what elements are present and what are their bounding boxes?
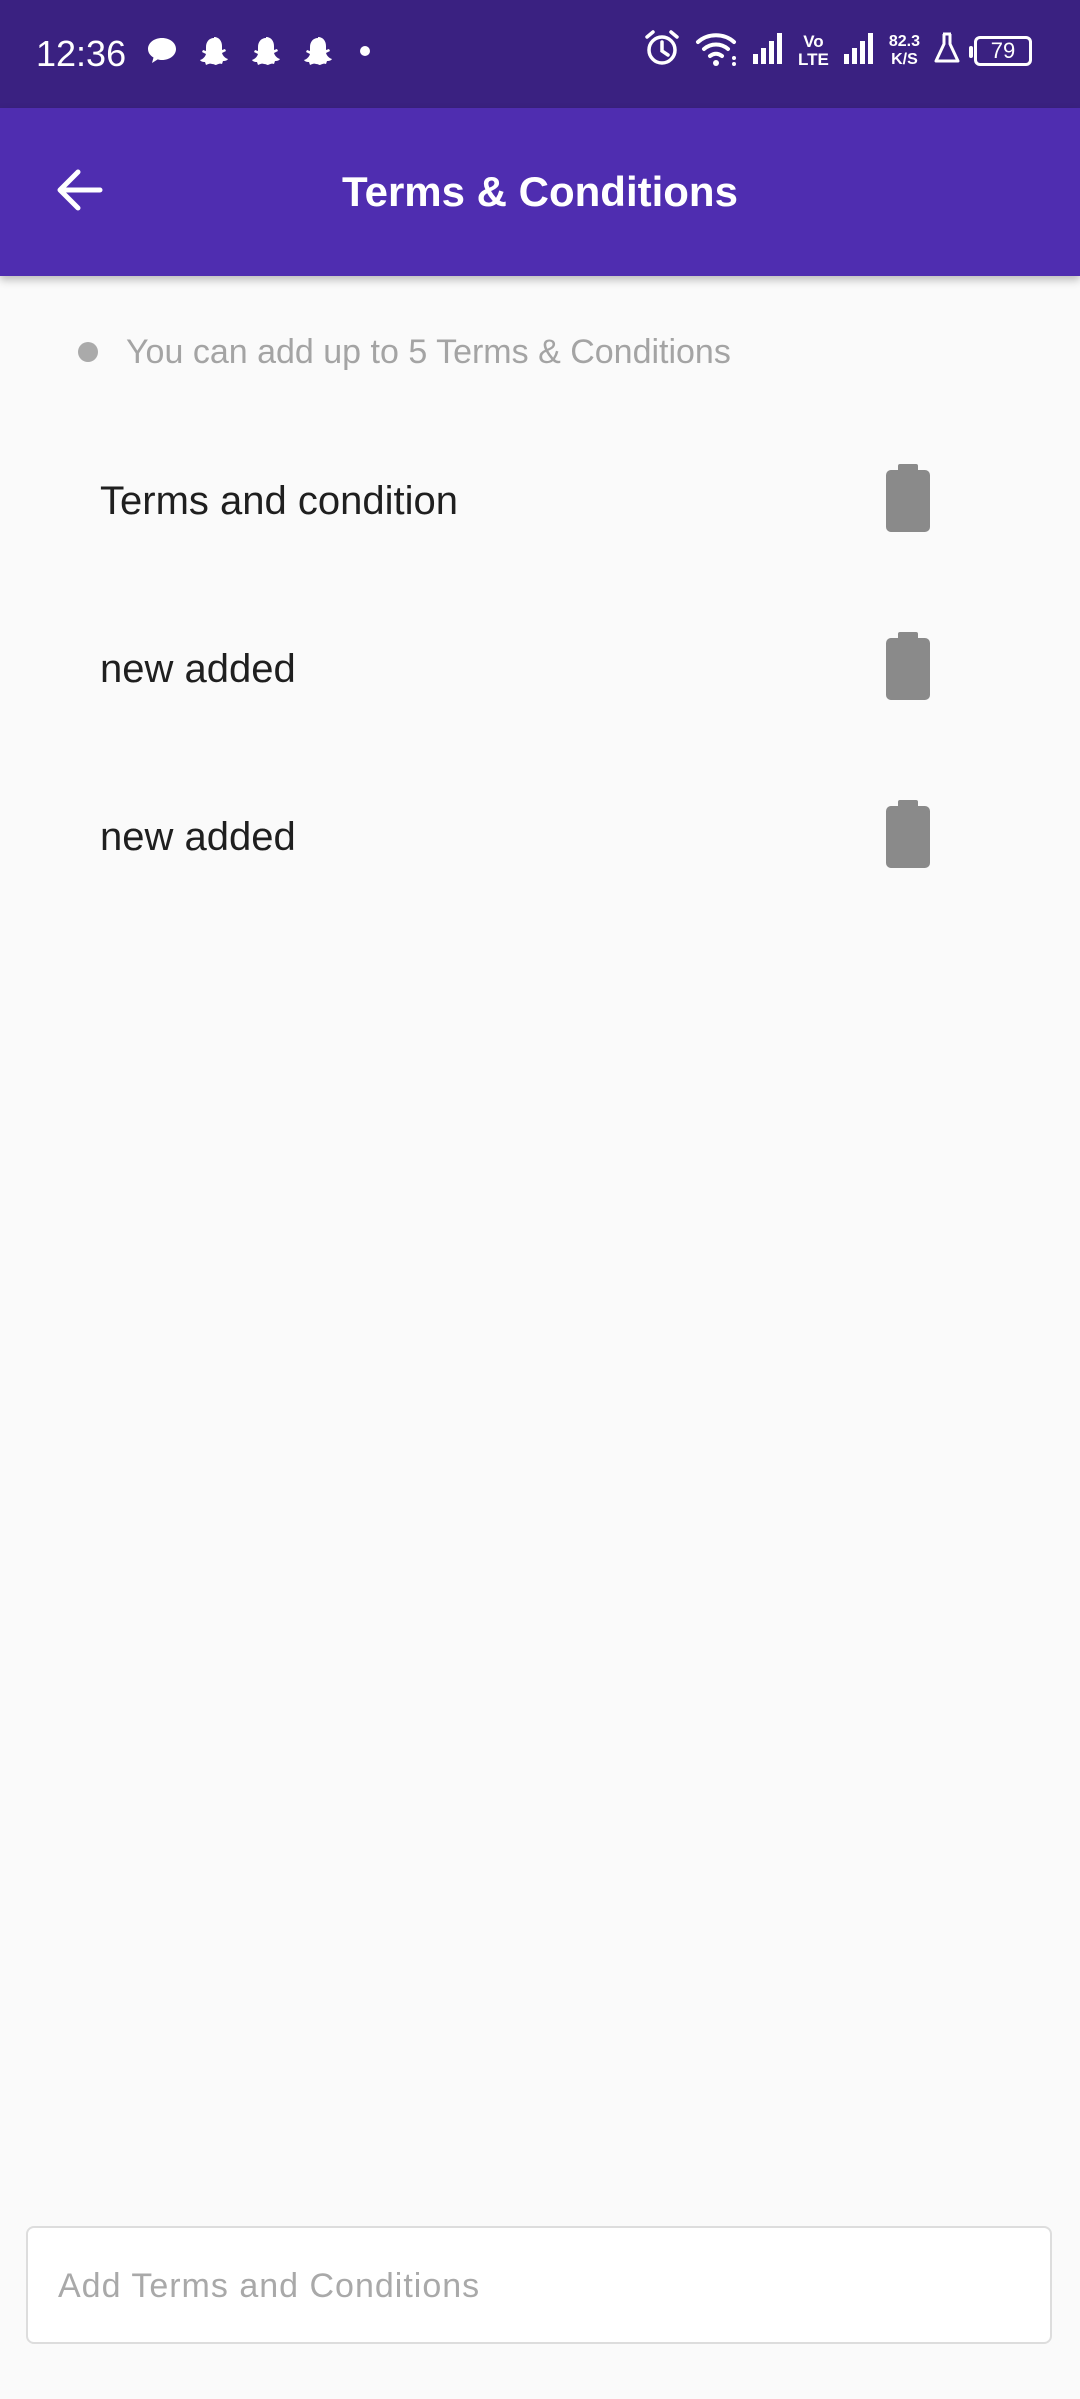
delete-button[interactable] — [870, 620, 946, 716]
wifi-icon — [694, 28, 738, 73]
snapchat-icon — [301, 34, 335, 68]
delete-icon — [884, 463, 932, 537]
dot-icon — [353, 34, 377, 68]
network-speed: 82.3 K/S — [889, 33, 920, 69]
signal-icon — [841, 30, 877, 71]
term-text: Terms and condition — [100, 479, 458, 523]
snapchat-icon — [249, 34, 283, 68]
battery-level: 79 — [990, 37, 1016, 63]
hint: You can add up to 5 Terms & Conditions — [78, 328, 731, 376]
page-title: Terms & Conditions — [342, 168, 738, 215]
add-terms-field — [26, 2226, 1052, 2344]
alarm-icon — [642, 28, 682, 73]
volte-label-top: Vo — [803, 31, 824, 51]
list-item: Terms and condition — [0, 418, 1080, 586]
flask-icon — [932, 30, 962, 71]
list-item: new added — [0, 586, 1080, 754]
network-speed-unit: K/S — [891, 50, 918, 68]
volte-indicator: Vo LTE — [798, 31, 829, 69]
delete-icon — [884, 631, 932, 705]
status-time: 12:36 — [36, 33, 127, 74]
battery-icon: 79 — [969, 35, 1032, 66]
volte-label-bottom: LTE — [798, 49, 829, 69]
delete-button[interactable] — [870, 788, 946, 884]
network-speed-value: 82.3 — [888, 32, 920, 50]
list-item: new added — [0, 754, 1080, 922]
bullet-icon — [78, 342, 98, 362]
snapchat-icon — [197, 34, 231, 68]
status-bar: 12:36 Vo LTE 82.3 K/S 79 — [0, 0, 1080, 108]
app-bar: Terms & Conditions — [0, 108, 1080, 276]
terms-list: Terms and condition new added new added — [0, 418, 1080, 922]
delete-button[interactable] — [870, 452, 946, 548]
term-text: new added — [100, 815, 296, 859]
chat-bubble-icon — [145, 34, 179, 68]
notification-icons — [145, 34, 377, 68]
delete-icon — [884, 799, 932, 873]
signal-icon — [750, 30, 786, 71]
hint-text: You can add up to 5 Terms & Conditions — [126, 333, 731, 371]
add-terms-input[interactable] — [56, 2228, 1020, 2344]
term-text: new added — [100, 647, 296, 691]
system-icons: Vo LTE 82.3 K/S 79 — [642, 28, 1032, 73]
